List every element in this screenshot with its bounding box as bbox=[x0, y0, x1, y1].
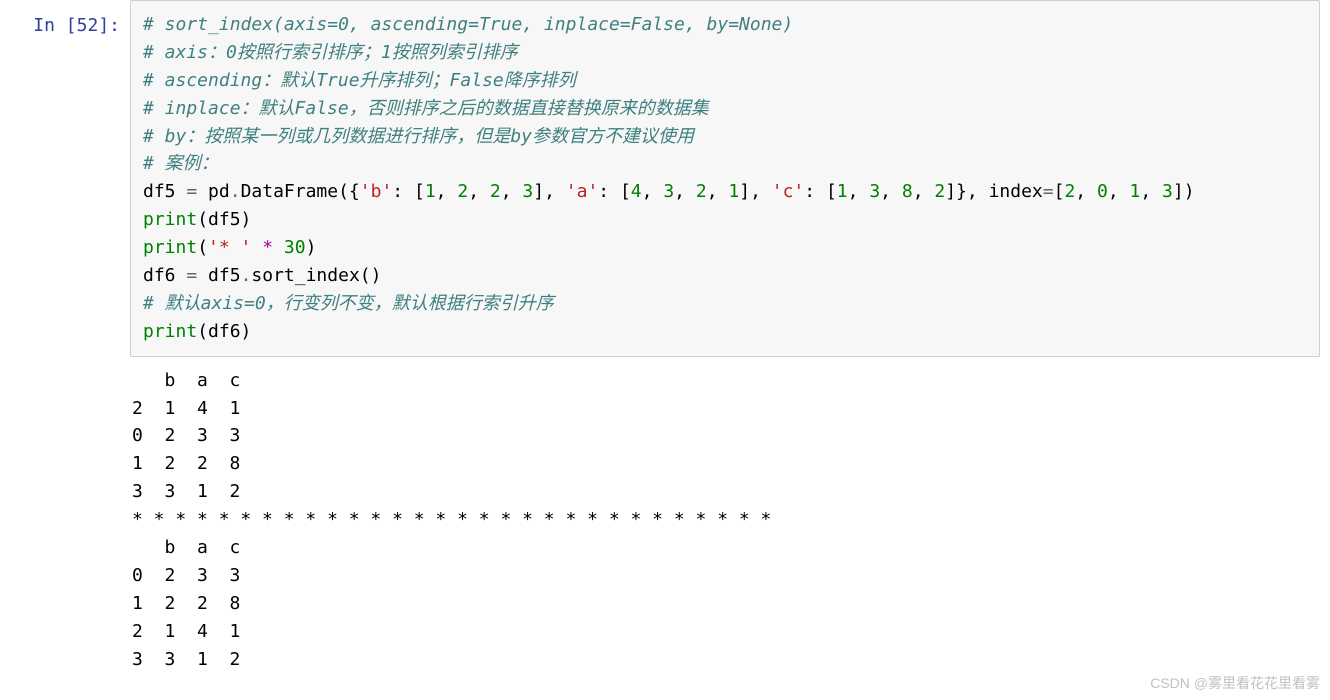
space bbox=[273, 237, 284, 258]
punct: (df5) bbox=[197, 209, 251, 230]
comment-line: # inplace：默认False，否则排序之后的数据直接替换原来的数据集 bbox=[143, 98, 709, 119]
comma: , bbox=[707, 181, 729, 202]
num: 0 bbox=[1097, 181, 1108, 202]
comma: , bbox=[501, 181, 523, 202]
space bbox=[251, 237, 262, 258]
num: 2 bbox=[1064, 181, 1075, 202]
call: DataFrame({ bbox=[241, 181, 360, 202]
output-body: b a c 2 1 4 1 0 2 3 3 1 2 2 8 3 3 1 2 * … bbox=[120, 357, 1320, 674]
stdout-text: b a c 2 1 4 1 0 2 3 3 1 2 2 8 3 3 1 2 * … bbox=[132, 357, 1320, 674]
punct: ( bbox=[197, 237, 208, 258]
comma: , bbox=[642, 181, 664, 202]
comma: , bbox=[913, 181, 935, 202]
punct: : [ bbox=[804, 181, 837, 202]
code-line: print(df6) bbox=[143, 321, 251, 342]
builtin: print bbox=[143, 237, 197, 258]
comma: , bbox=[1075, 181, 1097, 202]
num: 4 bbox=[631, 181, 642, 202]
punct: : [ bbox=[392, 181, 425, 202]
punct: ]}, index bbox=[945, 181, 1043, 202]
num: 1 bbox=[728, 181, 739, 202]
var: df5 bbox=[143, 181, 186, 202]
name: df5 bbox=[197, 265, 240, 286]
comma: , bbox=[674, 181, 696, 202]
num: 1 bbox=[425, 181, 436, 202]
num: 2 bbox=[934, 181, 945, 202]
num: 2 bbox=[490, 181, 501, 202]
punct: ]) bbox=[1173, 181, 1195, 202]
op: . bbox=[230, 181, 241, 202]
comment-line: # 默认axis=0，行变列不变，默认根据行索引升序 bbox=[143, 293, 554, 314]
string: 'b' bbox=[360, 181, 393, 202]
punct: (df6) bbox=[197, 321, 251, 342]
watermark: CSDN @雾里看花花里看雾 bbox=[1150, 673, 1320, 694]
num: 2 bbox=[457, 181, 468, 202]
call: sort_index() bbox=[251, 265, 381, 286]
op: . bbox=[241, 265, 252, 286]
comma: , bbox=[1140, 181, 1162, 202]
punct: ], bbox=[533, 181, 566, 202]
comment-line: # sort_index(axis=0, ascending=True, inp… bbox=[143, 14, 793, 35]
comma: , bbox=[880, 181, 902, 202]
code-input-area[interactable]: # sort_index(axis=0, ascending=True, inp… bbox=[130, 0, 1320, 357]
op: * bbox=[262, 237, 273, 258]
punct: : [ bbox=[598, 181, 631, 202]
op: = bbox=[186, 265, 197, 286]
builtin: print bbox=[143, 321, 197, 342]
num: 1 bbox=[837, 181, 848, 202]
string: 'c' bbox=[772, 181, 805, 202]
punct: ], bbox=[739, 181, 772, 202]
var: df6 bbox=[143, 265, 186, 286]
num: 3 bbox=[663, 181, 674, 202]
op: = bbox=[186, 181, 197, 202]
code-line: print('* ' * 30) bbox=[143, 237, 316, 258]
code-line: df6 = df5.sort_index() bbox=[143, 265, 381, 286]
op: = bbox=[1043, 181, 1054, 202]
num: 3 bbox=[522, 181, 533, 202]
num: 3 bbox=[1162, 181, 1173, 202]
num: 3 bbox=[869, 181, 880, 202]
comma: , bbox=[468, 181, 490, 202]
comma: , bbox=[436, 181, 458, 202]
string: '* ' bbox=[208, 237, 251, 258]
string: 'a' bbox=[566, 181, 599, 202]
comma: , bbox=[1108, 181, 1130, 202]
punct: [ bbox=[1054, 181, 1065, 202]
num: 30 bbox=[284, 237, 306, 258]
code-line: df5 = pd.DataFrame({'b': [1, 2, 2, 3], '… bbox=[143, 181, 1195, 202]
punct: ) bbox=[306, 237, 317, 258]
output-prompt bbox=[0, 357, 120, 674]
comment-line: # 案例： bbox=[143, 153, 219, 174]
comment-line: # axis：0按照行索引排序；1按照列索引排序 bbox=[143, 42, 518, 63]
num: 2 bbox=[696, 181, 707, 202]
code-cell: In [52]: # sort_index(axis=0, ascending=… bbox=[0, 0, 1330, 357]
output-cell: b a c 2 1 4 1 0 2 3 3 1 2 2 8 3 3 1 2 * … bbox=[0, 357, 1330, 674]
comment-line: # ascending：默认True升序排列；False降序排列 bbox=[143, 70, 576, 91]
num: 1 bbox=[1130, 181, 1141, 202]
num: 8 bbox=[902, 181, 913, 202]
comment-line: # by：按照某一列或几列数据进行排序，但是by参数官方不建议使用 bbox=[143, 126, 694, 147]
code-line: print(df5) bbox=[143, 209, 251, 230]
comma: , bbox=[848, 181, 870, 202]
name: pd bbox=[197, 181, 230, 202]
code-block[interactable]: # sort_index(axis=0, ascending=True, inp… bbox=[143, 11, 1307, 346]
builtin: print bbox=[143, 209, 197, 230]
input-prompt: In [52]: bbox=[0, 0, 130, 357]
